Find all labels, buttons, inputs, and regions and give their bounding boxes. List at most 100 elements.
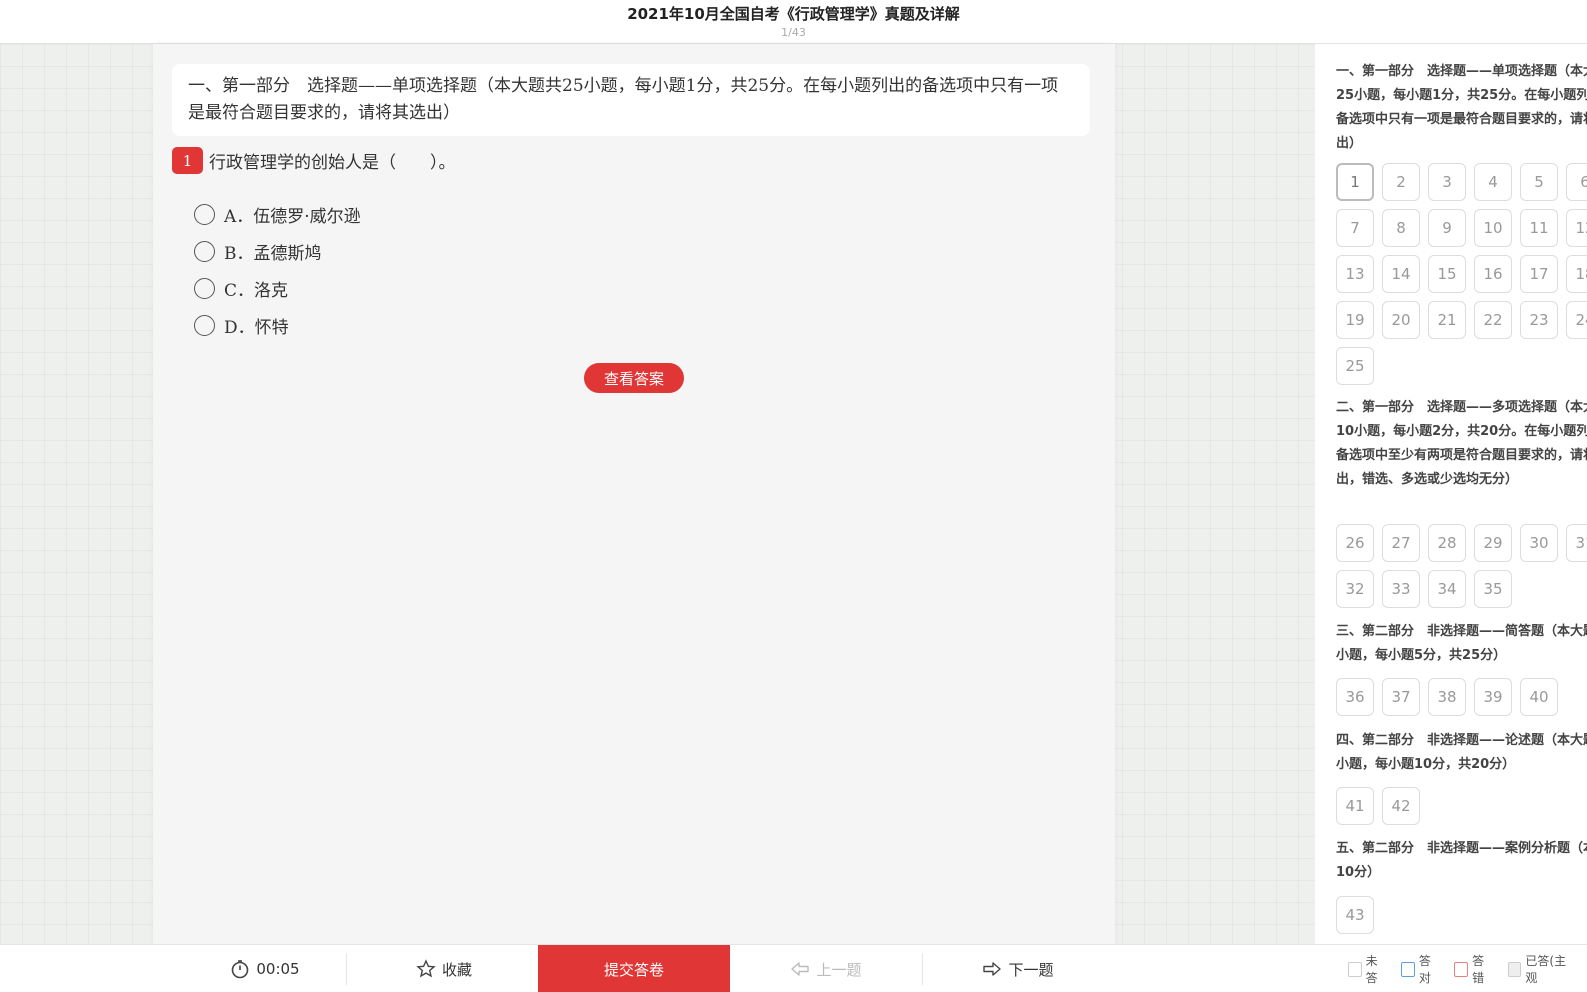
- question-nav-8[interactable]: 8: [1382, 209, 1420, 247]
- question-nav-9[interactable]: 9: [1428, 209, 1466, 247]
- nav-grid: 262728293031 32333435: [1336, 524, 1587, 616]
- question: 1 行政管理学的创始人是（ ）。: [172, 147, 456, 174]
- question-nav-5[interactable]: 5: [1520, 163, 1558, 201]
- radio-icon[interactable]: [194, 278, 215, 299]
- divider: [346, 953, 347, 985]
- question-nav-2[interactable]: 2: [1382, 163, 1420, 201]
- question-nav-4[interactable]: 4: [1474, 163, 1512, 201]
- option-c[interactable]: C．洛克: [194, 270, 361, 307]
- question-nav-12[interactable]: 12: [1566, 209, 1587, 247]
- question-navigator: 一、第一部分 选择题——单项选择题（本大题共25小题，每小题1分，共25分。在每…: [1315, 44, 1587, 944]
- question-nav-10[interactable]: 10: [1474, 209, 1512, 247]
- star-icon: [416, 959, 436, 978]
- header: 2021年10月全国自考《行政管理学》真题及详解 1/43: [0, 0, 1587, 44]
- option-b[interactable]: B．孟德斯鸠: [194, 233, 361, 270]
- question-nav-42[interactable]: 42: [1382, 787, 1420, 825]
- stopwatch-icon: [232, 960, 249, 979]
- nav-section-title: 四、第二部分 非选择题——论述题（本大题共2小题，每小题10分，共20分）: [1336, 733, 1587, 772]
- radio-icon[interactable]: [194, 241, 215, 262]
- option-label: B．孟德斯鸠: [224, 244, 322, 264]
- page-counter: 1/43: [781, 26, 806, 39]
- question-nav-18[interactable]: 18: [1566, 255, 1587, 293]
- nav-grid: 43: [1336, 896, 1587, 942]
- radio-icon[interactable]: [194, 204, 215, 225]
- question-nav-7[interactable]: 7: [1336, 209, 1374, 247]
- option-label: A．伍德罗·威尔逊: [224, 207, 361, 227]
- timer-value: 00:05: [256, 960, 300, 978]
- question-nav-28[interactable]: 28: [1428, 524, 1466, 562]
- question-nav-31[interactable]: 31: [1566, 524, 1587, 562]
- legend-swatch: [1454, 961, 1469, 977]
- question-nav-19[interactable]: 19: [1336, 301, 1374, 339]
- options-list: A．伍德罗·威尔逊 B．孟德斯鸠 C．洛克 D．怀特: [194, 196, 361, 344]
- question-nav-41[interactable]: 41: [1336, 787, 1374, 825]
- radio-icon[interactable]: [194, 315, 215, 336]
- question-nav-16[interactable]: 16: [1474, 255, 1512, 293]
- question-nav-17[interactable]: 17: [1520, 255, 1558, 293]
- prev-button[interactable]: 上一题: [730, 945, 922, 992]
- legend-swatch: [1507, 961, 1522, 977]
- question-nav-36[interactable]: 36: [1336, 678, 1374, 716]
- prev-label: 上一题: [816, 960, 862, 979]
- question-nav-1[interactable]: 1: [1336, 163, 1374, 201]
- arrow-left-icon: [791, 962, 810, 976]
- question-nav-25[interactable]: 25: [1336, 347, 1374, 385]
- question-paper: 一、第一部分 选择题——单项选择题（本大题共25小题，每小题1分，共25分。在每…: [153, 44, 1115, 944]
- legend-correct: 答对: [1401, 952, 1440, 986]
- question-nav-24[interactable]: 24: [1566, 301, 1587, 339]
- question-nav-33[interactable]: 33: [1382, 570, 1420, 608]
- question-nav-6[interactable]: 6: [1566, 163, 1587, 201]
- page-title: 2021年10月全国自考《行政管理学》真题及详解: [627, 5, 960, 23]
- section-header: 一、第一部分 选择题——单项选择题（本大题共25小题，每小题1分，共25分。在每…: [172, 64, 1090, 136]
- question-nav-11[interactable]: 11: [1520, 209, 1558, 247]
- view-answer-button[interactable]: 查看答案: [584, 363, 684, 393]
- question-nav-37[interactable]: 37: [1382, 678, 1420, 716]
- legend-wrong: 答错: [1454, 952, 1493, 986]
- question-nav-21[interactable]: 21: [1428, 301, 1466, 339]
- question-nav-13[interactable]: 13: [1336, 255, 1374, 293]
- nav-grid: 1234567891011121314151617181920212223242…: [1336, 163, 1587, 393]
- legend-answered-subjective: 已答(主观: [1507, 952, 1573, 986]
- status-legend: 未答 答对 答错 已答(主观: [1348, 945, 1587, 992]
- question-nav-39[interactable]: 39: [1474, 678, 1512, 716]
- question-nav-35[interactable]: 35: [1474, 570, 1512, 608]
- nav-section-title: 五、第二部分 非选择题——案例分析题（本题10分）: [1336, 841, 1587, 880]
- question-nav-23[interactable]: 23: [1520, 301, 1558, 339]
- question-nav-26[interactable]: 26: [1336, 524, 1374, 562]
- next-button[interactable]: 下一题: [922, 945, 1114, 992]
- question-nav-27[interactable]: 27: [1382, 524, 1420, 562]
- question-nav-14[interactable]: 14: [1382, 255, 1420, 293]
- submit-button[interactable]: 提交答卷: [538, 945, 730, 992]
- question-nav-32[interactable]: 32: [1336, 570, 1374, 608]
- question-nav-40[interactable]: 40: [1520, 678, 1558, 716]
- question-text: 行政管理学的创始人是（ ）。: [209, 153, 456, 173]
- legend-swatch: [1401, 961, 1415, 977]
- nav-grid: 41 42: [1336, 787, 1587, 833]
- question-nav-29[interactable]: 29: [1474, 524, 1512, 562]
- option-label: D．怀特: [224, 318, 289, 338]
- option-d[interactable]: D．怀特: [194, 307, 361, 344]
- arrow-right-icon: [983, 962, 1002, 976]
- option-a[interactable]: A．伍德罗·威尔逊: [194, 196, 361, 233]
- question-nav-3[interactable]: 3: [1428, 163, 1466, 201]
- question-nav-34[interactable]: 34: [1428, 570, 1466, 608]
- footer-bar: 00:05 收藏 提交答卷 上一题 下一题 未答 答对 答错 已答(主观: [0, 944, 1587, 992]
- timer: 00:05: [190, 945, 340, 992]
- question-nav-30[interactable]: 30: [1520, 524, 1558, 562]
- question-number-badge: 1: [172, 147, 203, 174]
- next-label: 下一题: [1008, 960, 1054, 979]
- favorite-button[interactable]: 收藏: [350, 945, 538, 992]
- nav-section-title: 一、第一部分 选择题——单项选择题（本大题共25小题，每小题1分，共25分。在每…: [1336, 64, 1587, 151]
- nav-section-title: 三、第二部分 非选择题——简答题（本大题共5小题，每小题5分，共25分）: [1336, 624, 1587, 663]
- question-nav-15[interactable]: 15: [1428, 255, 1466, 293]
- nav-grid: 36 37 38 39 40: [1336, 678, 1587, 724]
- nav-section-title: 二、第一部分 选择题——多项选择题（本大题共10小题，每小题2分，共20分。在每…: [1336, 400, 1587, 487]
- question-nav-38[interactable]: 38: [1428, 678, 1466, 716]
- option-label: C．洛克: [224, 281, 289, 301]
- question-nav-20[interactable]: 20: [1382, 301, 1420, 339]
- question-nav-43[interactable]: 43: [1336, 896, 1374, 934]
- question-nav-22[interactable]: 22: [1474, 301, 1512, 339]
- legend-swatch: [1348, 961, 1362, 977]
- legend-unanswered: 未答: [1348, 952, 1387, 986]
- favorite-label: 收藏: [441, 960, 472, 979]
